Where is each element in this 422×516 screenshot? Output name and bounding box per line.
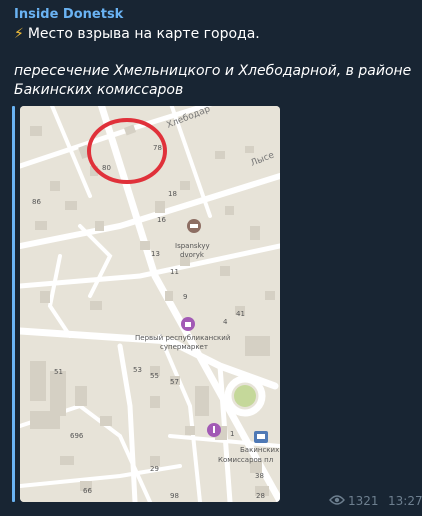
house-number: 78 (153, 144, 162, 152)
house-number: 38 (255, 472, 264, 480)
view-count: 1321 (348, 494, 379, 508)
transit-stop-label: Комиссаров пл (218, 456, 273, 464)
house-number: 16 (157, 216, 166, 224)
transit-stop-label: Бакинских (240, 446, 279, 454)
house-number: 9 (183, 293, 187, 301)
house-number: 41 (236, 310, 245, 318)
house-number: 1 (230, 430, 234, 438)
house-number: 13 (151, 250, 160, 258)
house-number: 53 (133, 366, 142, 374)
message-time: 13:27 (388, 494, 422, 508)
message-text-line1: ⚡ Место взрыва на карте города. (14, 26, 260, 42)
house-number: 28 (256, 492, 265, 500)
house-number: 86 (32, 198, 41, 206)
house-number: 4 (223, 318, 228, 326)
poi-label: dvoryk (180, 251, 205, 259)
house-number: 98 (170, 492, 179, 500)
house-number: 66 (83, 487, 92, 495)
map-svg: Хлебодар Лысе 78 80 86 18 16 13 11 9 4 4… (20, 106, 280, 502)
eye-icon (329, 495, 345, 505)
house-number: 80 (102, 164, 111, 172)
house-number: 29 (150, 465, 159, 473)
map-image[interactable]: Хлебодар Лысе 78 80 86 18 16 13 11 9 4 4… (20, 106, 280, 502)
channel-name[interactable]: Inside Donetsk (14, 7, 123, 22)
house-number: 57 (170, 378, 179, 386)
message-italic-text: пересечение Хмельницкого и Хлебодарной, … (14, 62, 411, 100)
house-number: 18 (168, 190, 177, 198)
poi-label: Ispanskyy (175, 242, 210, 250)
lightning-emoji: ⚡ (14, 26, 24, 42)
italic-line-b: Бакинских комиссаров (14, 82, 184, 98)
house-number: 55 (150, 372, 159, 380)
poi-label: супермаркет (160, 343, 208, 351)
web-preview-accent-bar (12, 106, 15, 502)
italic-line-a: пересечение Хмельницкого и Хлебодарной, … (14, 63, 412, 79)
message-text: Место взрыва на карте города. (27, 26, 260, 42)
house-number: 696 (70, 432, 84, 440)
house-number: 11 (170, 268, 179, 276)
house-number: 51 (54, 368, 63, 376)
message-bubble: Inside Donetsk ⚡ Место взрыва на карте го… (0, 0, 422, 516)
poi-label: Первый республиканский (135, 334, 230, 342)
